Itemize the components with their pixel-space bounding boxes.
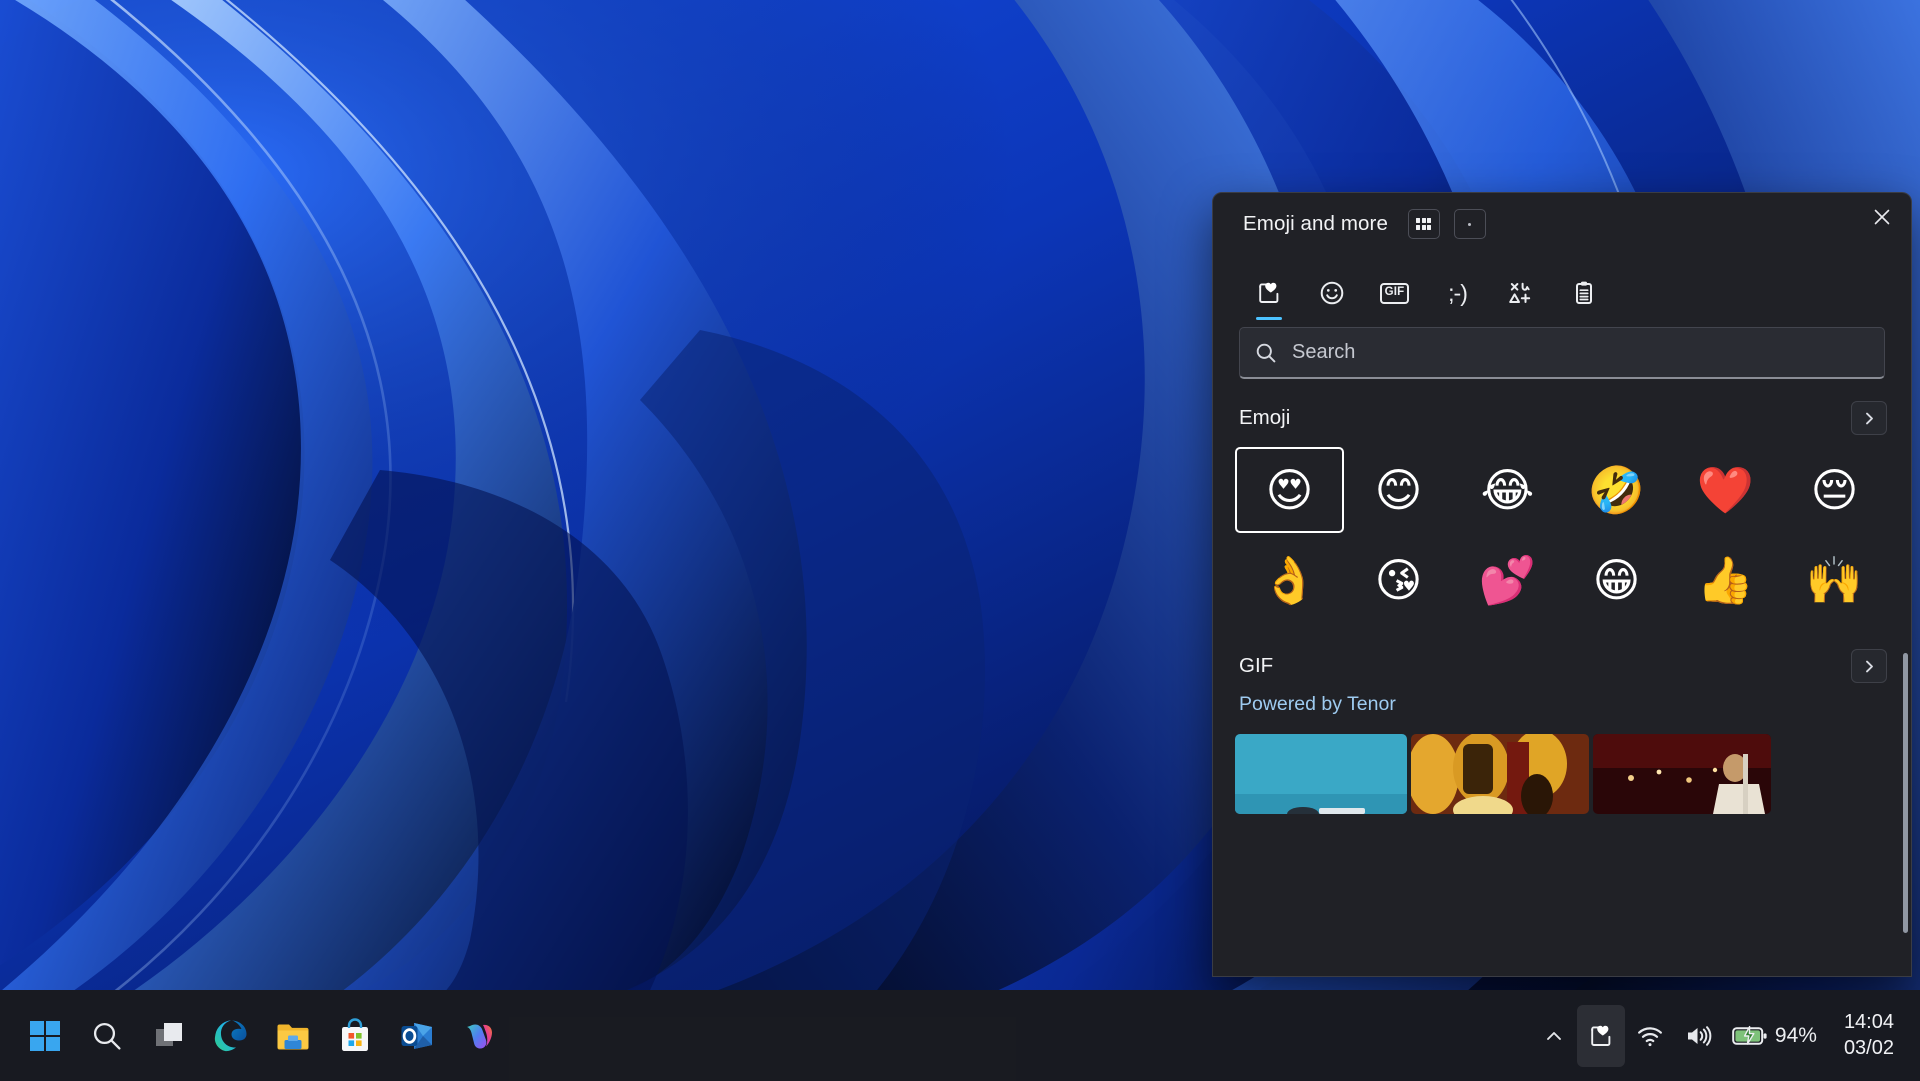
speaker-icon bbox=[1687, 1025, 1712, 1046]
gif-thumbnail-2-art bbox=[1411, 734, 1589, 814]
gif-section-more-button[interactable] bbox=[1851, 649, 1887, 683]
emoji-cell[interactable]: 😂 bbox=[1453, 447, 1562, 533]
taskbar: 94% 14:04 03/02 bbox=[0, 990, 1920, 1081]
edge-icon bbox=[214, 1020, 247, 1051]
clock-time: 14:04 bbox=[1843, 1010, 1894, 1033]
search-area bbox=[1213, 321, 1911, 379]
symbols-icon bbox=[1506, 276, 1536, 310]
emoji-cell[interactable]: 💕 bbox=[1453, 537, 1562, 623]
heart-in-box-icon bbox=[1254, 276, 1284, 310]
emoji-cell[interactable]: 😘 bbox=[1344, 537, 1453, 623]
battery-percent-label: 94% bbox=[1774, 1023, 1817, 1047]
chevron-up-icon bbox=[1546, 1031, 1561, 1040]
gif-thumbnail-1-art bbox=[1235, 734, 1407, 814]
gif-section-title: GIF bbox=[1239, 654, 1274, 677]
chevron-right-icon bbox=[1865, 412, 1873, 424]
clipboard-icon bbox=[1569, 276, 1599, 310]
emoji-grid: 😍 😊 😂 🤣 ❤️ 😔 👌 😘 💕 😁 👍 🙌 bbox=[1213, 445, 1911, 623]
taskbar-item-start[interactable] bbox=[14, 1005, 76, 1067]
kaomoji-icon: ;-) bbox=[1448, 276, 1468, 310]
taskbar-apps bbox=[0, 1005, 510, 1067]
tab-gif[interactable]: GIF bbox=[1363, 265, 1426, 321]
battery-charging-icon bbox=[1732, 1025, 1767, 1045]
store-icon bbox=[342, 1017, 368, 1051]
folder-icon bbox=[277, 1024, 309, 1049]
panel-title: Emoji and more bbox=[1243, 212, 1388, 235]
tab-symbols[interactable] bbox=[1489, 265, 1552, 321]
smiley-icon bbox=[1317, 276, 1347, 310]
powered-by-tenor-link[interactable]: Powered by Tenor bbox=[1239, 693, 1396, 715]
close-button[interactable] bbox=[1859, 197, 1905, 237]
emoji-cell[interactable]: ❤️ bbox=[1671, 447, 1780, 533]
system-tray: 94% 14:04 03/02 bbox=[1533, 990, 1920, 1081]
emoji-cell[interactable]: 😁 bbox=[1562, 537, 1671, 623]
search-box[interactable] bbox=[1239, 327, 1885, 379]
outlook-icon bbox=[401, 1022, 432, 1049]
windows-logo-icon bbox=[30, 1020, 60, 1051]
tab-emoji[interactable] bbox=[1300, 265, 1363, 321]
pin-button[interactable] bbox=[1453, 209, 1486, 239]
tab-clipboard[interactable] bbox=[1552, 265, 1615, 321]
tab-kaomoji[interactable]: ;-) bbox=[1426, 265, 1489, 321]
grid-view-button[interactable] bbox=[1407, 209, 1440, 239]
tab-recently-used[interactable] bbox=[1237, 265, 1300, 321]
taskbar-item-microsoft-store[interactable] bbox=[324, 1005, 386, 1067]
tray-network-button[interactable] bbox=[1627, 1005, 1673, 1067]
search-icon bbox=[93, 1022, 121, 1050]
emoji-section-more-button[interactable] bbox=[1851, 401, 1887, 435]
taskbar-item-search[interactable] bbox=[76, 1005, 138, 1067]
tray-battery-button[interactable]: 94% bbox=[1723, 1005, 1826, 1067]
tray-volume-button[interactable] bbox=[1675, 1005, 1721, 1067]
kaomoji-icon-label: ;-) bbox=[1448, 279, 1468, 306]
clock-date: 03/02 bbox=[1843, 1036, 1894, 1059]
emoji-cell[interactable]: 😊 bbox=[1344, 447, 1453, 533]
tab-indicator bbox=[1319, 317, 1345, 321]
emoji-section-title: Emoji bbox=[1239, 406, 1291, 429]
copilot-icon bbox=[467, 1023, 492, 1049]
tab-indicator bbox=[1571, 317, 1597, 321]
panel-scrollbar-thumb[interactable] bbox=[1903, 653, 1908, 933]
taskbar-item-file-explorer[interactable] bbox=[262, 1005, 324, 1067]
heart-in-box-icon bbox=[1591, 1025, 1611, 1046]
gif-thumbnail-3-art bbox=[1593, 734, 1771, 814]
task-view-icon bbox=[156, 1022, 182, 1046]
tray-overflow-button[interactable] bbox=[1533, 1005, 1575, 1067]
taskbar-item-task-view[interactable] bbox=[138, 1005, 200, 1067]
taskbar-clock[interactable]: 14:04 03/02 bbox=[1828, 1005, 1906, 1067]
emoji-cell[interactable]: 😍 bbox=[1235, 447, 1344, 533]
emoji-cell[interactable]: 🙌 bbox=[1780, 537, 1889, 623]
emoji-cell[interactable]: 👌 bbox=[1235, 537, 1344, 623]
taskbar-item-outlook[interactable] bbox=[386, 1005, 448, 1067]
taskbar-item-edge[interactable] bbox=[200, 1005, 262, 1067]
active-tab-indicator bbox=[1255, 316, 1282, 320]
tenor-attribution: Powered by Tenor bbox=[1213, 693, 1911, 716]
gif-icon-label: GIF bbox=[1379, 282, 1410, 304]
wifi-icon bbox=[1638, 1026, 1662, 1046]
search-input[interactable] bbox=[1292, 341, 1870, 364]
gif-icon: GIF bbox=[1379, 276, 1410, 310]
emoji-cell[interactable]: 🤣 bbox=[1562, 447, 1671, 533]
tab-indicator bbox=[1445, 317, 1471, 321]
taskbar-item-copilot[interactable] bbox=[448, 1005, 510, 1067]
tab-indicator bbox=[1382, 317, 1408, 321]
emoji-section-header: Emoji bbox=[1213, 379, 1911, 445]
gif-section-header: GIF bbox=[1213, 623, 1911, 693]
emoji-and-more-panel: Emoji and more GIF ;-) Search Emoji 😍 😊 … bbox=[1212, 192, 1912, 977]
tray-emoji-button[interactable] bbox=[1576, 1004, 1625, 1067]
category-tabs: GIF ;-) bbox=[1213, 255, 1911, 321]
gif-results-row bbox=[1213, 716, 1911, 814]
emoji-cell[interactable]: 👍 bbox=[1671, 537, 1780, 623]
gif-thumbnail-3[interactable] bbox=[1593, 734, 1771, 814]
dot-icon bbox=[1468, 222, 1472, 226]
gif-thumbnail-1[interactable] bbox=[1235, 734, 1407, 814]
chevron-right-icon bbox=[1865, 660, 1873, 672]
gif-thumbnail-2[interactable] bbox=[1411, 734, 1589, 814]
panel-header: Emoji and more bbox=[1213, 193, 1911, 255]
tab-indicator bbox=[1508, 317, 1534, 321]
grid-icon bbox=[1416, 218, 1432, 230]
close-icon bbox=[1874, 209, 1890, 225]
emoji-cell[interactable]: 😔 bbox=[1780, 447, 1889, 533]
search-icon bbox=[1256, 343, 1276, 362]
